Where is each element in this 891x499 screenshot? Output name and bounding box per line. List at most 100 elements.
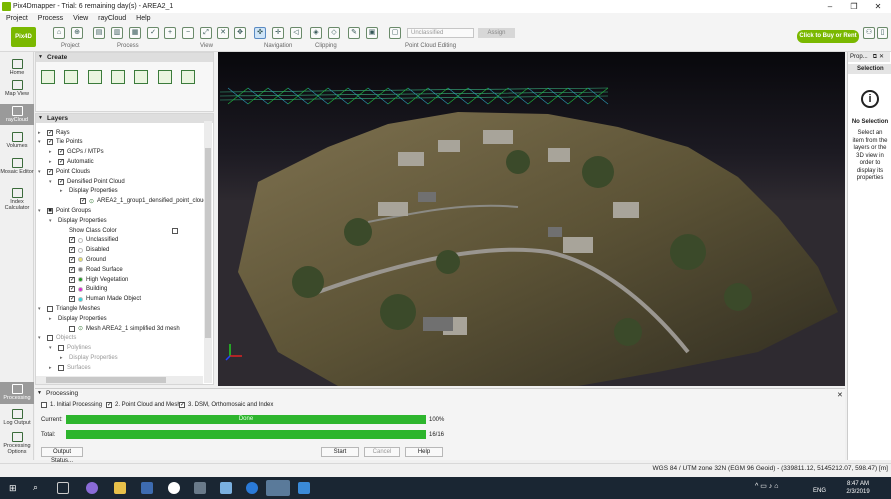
step-3-checkbox[interactable]: ✓ (179, 402, 185, 408)
layer-checkbox[interactable]: ✓ (69, 247, 75, 254)
tray-icons[interactable]: ^ ▭ ♪ ⌂ (755, 482, 778, 490)
app-icon-1[interactable] (194, 482, 206, 494)
layer-row[interactable]: ▾ ✓ Densified Point Cloud (49, 177, 125, 186)
clipping-edit-icon[interactable]: ◇ (328, 27, 340, 39)
layer-checkbox[interactable] (58, 364, 64, 371)
remote-desktop-icon[interactable] (298, 482, 310, 494)
layers-horizontal-scroll-thumb[interactable] (46, 377, 166, 383)
expand-toggle-icon[interactable]: ▸ (49, 149, 55, 155)
layer-checkbox[interactable]: ✓ (69, 276, 75, 283)
step-1-checkbox[interactable] (41, 402, 47, 408)
create-polyline-icon[interactable] (88, 70, 102, 84)
layer-checkbox[interactable]: ✓ (69, 286, 75, 293)
start-button[interactable]: Start (321, 447, 359, 457)
zoom-out-icon[interactable]: − (182, 27, 194, 39)
raycloud-3d-view[interactable] (218, 52, 845, 386)
layer-checkbox[interactable]: ■ (47, 207, 53, 214)
layers-vertical-scroll-thumb[interactable] (205, 148, 211, 338)
expand-toggle-icon[interactable]: ▾ (38, 306, 44, 312)
sidebar-item-mosaic-editor[interactable]: Mosaic Editor (0, 158, 34, 175)
sidebar-item-home[interactable]: Home (0, 59, 34, 76)
create-volume-icon[interactable] (64, 70, 78, 84)
layer-row[interactable]: ▾ Display Properties (49, 216, 107, 225)
expand-toggle-icon[interactable]: ▾ (38, 139, 44, 145)
layer-row[interactable]: ▸ Surfaces (49, 363, 91, 372)
process-quality-icon[interactable]: ✓ (147, 27, 159, 39)
clock[interactable]: 8:47 AM 2/3/2019 (838, 480, 878, 496)
expand-toggle-icon[interactable]: ▸ (49, 365, 55, 371)
layer-row[interactable]: ▸ Display Properties (60, 353, 118, 362)
layer-row[interactable]: ▸ ✓ GCPs / MTPs (49, 148, 104, 157)
close-properties-icon[interactable]: ✕ (879, 54, 884, 60)
process-files-icon[interactable]: ▥ (111, 27, 123, 39)
clipping-box-icon[interactable]: ◈ (310, 27, 322, 39)
layers-panel-title[interactable]: Layers (36, 114, 213, 123)
layer-row[interactable]: ✓ Disabled (60, 246, 109, 255)
processing-title[interactable]: Processing (35, 389, 845, 398)
layer-checkbox[interactable]: ✓ (47, 129, 53, 136)
layer-checkbox[interactable]: ✓ (69, 256, 75, 263)
layer-row[interactable]: ▾ ■ Point Groups (38, 206, 91, 215)
sidebar-item-volumes[interactable]: Volumes (0, 132, 34, 149)
layer-row[interactable]: Show Class Color (60, 226, 178, 235)
minimize-button[interactable]: – (819, 0, 841, 13)
create-grid-icon[interactable] (181, 70, 195, 84)
view-axes-icon[interactable]: ✕ (217, 27, 229, 39)
layer-checkbox[interactable]: ✓ (58, 149, 64, 156)
expand-toggle-icon[interactable]: ▾ (38, 208, 44, 214)
layer-checkbox[interactable]: ✓ (58, 158, 64, 165)
layer-row[interactable]: ▸ Display Properties (49, 314, 107, 323)
menu-help[interactable]: Help (136, 15, 150, 22)
expand-toggle-icon[interactable]: ▾ (49, 179, 55, 185)
navigation-trackball-icon[interactable]: ✛ (272, 27, 284, 39)
step-initial-processing[interactable]: 1. Initial Processing (41, 402, 102, 408)
layer-checkbox[interactable] (69, 325, 75, 332)
layer-checkbox[interactable]: ✓ (47, 139, 53, 146)
sidebar-item-log-output[interactable]: Log Output (0, 409, 34, 426)
layer-row[interactable]: ▸ ✓ Automatic (49, 157, 94, 166)
create-video-icon[interactable] (134, 70, 148, 84)
sidebar-item-map-view[interactable]: Map View (0, 80, 34, 97)
maximize-button[interactable]: ❐ (843, 0, 865, 13)
edit-add-icon[interactable]: ▣ (366, 27, 378, 39)
layer-row[interactable]: ✓ Unclassified (60, 236, 118, 245)
menu-process[interactable]: Process (38, 15, 63, 22)
browser-icon[interactable] (168, 482, 180, 494)
menu-project[interactable]: Project (6, 15, 28, 22)
layer-row[interactable]: ✓ High Vegetation (60, 275, 128, 284)
search-icon[interactable]: ⌕ (33, 482, 45, 494)
layer-row[interactable]: ▾ ✓ Point Clouds (38, 167, 90, 176)
show-class-color-checkbox[interactable] (171, 227, 178, 234)
zoom-extent-icon[interactable]: ⤢ (200, 27, 212, 39)
layout-icon[interactable]: ▯ (877, 27, 888, 39)
project-options-icon[interactable]: ⊕ (71, 27, 83, 39)
process-report-icon[interactable]: ▤ (93, 27, 105, 39)
layer-row[interactable]: ▸ Display Properties (60, 187, 118, 196)
create-line-icon[interactable] (158, 70, 172, 84)
layer-checkbox[interactable]: ✓ (69, 296, 75, 303)
expand-toggle-icon[interactable]: ▸ (38, 130, 44, 136)
layer-row[interactable]: ▾ ✓ Tie Points (38, 138, 82, 147)
layer-checkbox[interactable]: ✓ (80, 198, 86, 205)
layer-row[interactable]: ✓ Road Surface (60, 265, 123, 274)
properties-tab[interactable]: Prop... ⧉ ✕ (848, 52, 890, 62)
expand-toggle-icon[interactable]: ▾ (38, 169, 44, 175)
app-icon-2[interactable] (220, 482, 232, 494)
output-status-button[interactable]: Output Status... (41, 447, 83, 464)
expand-toggle-icon[interactable]: ▾ (38, 335, 44, 341)
zoom-in-icon[interactable]: + (164, 27, 176, 39)
file-explorer-icon[interactable] (114, 482, 126, 494)
edit-brush-icon[interactable]: ✎ (348, 27, 360, 39)
language-indicator[interactable]: ENG (813, 488, 826, 494)
step-dsm-ortho-index[interactable]: ✓ 3. DSM, Orthomosaic and Index (179, 402, 273, 408)
navigation-standard-icon[interactable]: ✜ (254, 27, 266, 39)
windows-start-icon[interactable]: ⊞ (9, 482, 21, 494)
undock-icon[interactable]: ⧉ (873, 54, 877, 60)
step-2-checkbox[interactable]: ✓ (106, 402, 112, 408)
cancel-button[interactable]: Cancel (364, 447, 400, 457)
help-button[interactable]: Help (405, 447, 443, 457)
layer-row[interactable]: ✓ ⊙ AREA2_1_group1_densified_point_cloud (71, 197, 207, 206)
user-icon[interactable]: ⚇ (863, 27, 875, 39)
expand-toggle-icon[interactable]: ▸ (60, 355, 66, 361)
layer-row[interactable]: ⊙ Mesh AREA2_1 simplified 3d mesh (60, 324, 180, 333)
